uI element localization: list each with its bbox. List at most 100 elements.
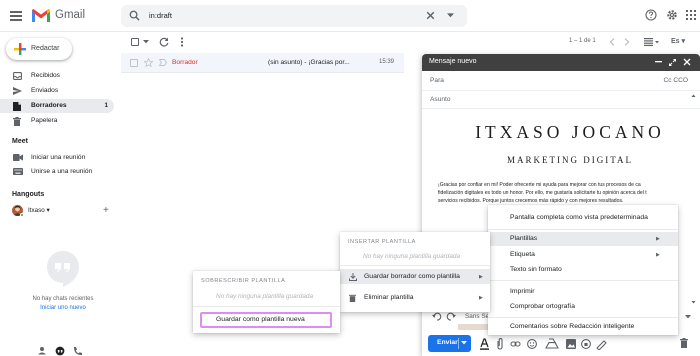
clear-search-icon[interactable] (425, 10, 436, 21)
submenu-arrow-icon: ▶ (656, 236, 660, 242)
message-body[interactable]: ¡Gracias por confiar en mi! Poder ofrece… (438, 181, 684, 205)
format-options-caret-icon[interactable] (685, 315, 691, 319)
menu-item-fullscreen[interactable]: Pantalla completa como vista predetermin… (510, 214, 648, 221)
compose-title: Mensaje nuevo (429, 58, 477, 65)
row-subject: (sin asunto) - ¡Gracias por... (268, 59, 350, 66)
row-checkbox[interactable] (130, 59, 138, 67)
important-marker-icon[interactable] (159, 59, 167, 66)
no-chats-message: No hay chats recientes (32, 296, 94, 302)
body-line: servicios recibidos. Porque juntos crece… (438, 198, 624, 204)
more-vert-icon[interactable] (180, 37, 184, 47)
templates-submenu: INSERTAR PLANTILLA No hay ninguna planti… (340, 232, 490, 312)
pagination-text: 1 – 1 de 1 (569, 38, 596, 44)
search-bar[interactable]: in:draft (121, 5, 467, 27)
discard-draft-icon[interactable] (680, 338, 688, 348)
send-divider (458, 338, 459, 349)
hangouts-section-title: Hangouts (12, 191, 45, 198)
menu-item-delete-template[interactable]: Eliminar plantilla (364, 294, 414, 301)
save-template-icon (349, 273, 357, 281)
minimize-icon[interactable] (655, 60, 662, 63)
density-icon[interactable] (644, 38, 659, 46)
select-caret-icon[interactable] (143, 40, 149, 44)
compose-scrollbar[interactable] (691, 94, 696, 304)
keyboard-icon (13, 168, 23, 175)
redo-icon (446, 312, 456, 321)
sidebar-footer (36, 346, 86, 356)
sidebar-item-label: Borradores (31, 102, 67, 109)
sidebar-item-new-meeting[interactable]: Iniciar una reunión (0, 151, 114, 165)
overwrite-template-submenu: SOBRESCRIBIR PLANTILLA No hay ninguna pl… (193, 271, 340, 333)
menu-item-smart-compose-feedback[interactable]: Comentarios sobre Redacción inteligente (510, 323, 634, 330)
help-icon[interactable] (645, 9, 657, 21)
recipients-field[interactable]: Para Cc CCO (422, 71, 700, 91)
send-label: Enviar (437, 339, 458, 346)
select-all-checkbox[interactable] (131, 38, 139, 46)
add-contact-icon[interactable]: + (103, 205, 109, 216)
input-tools-button[interactable]: Es ▾ (671, 37, 685, 45)
row-sender: Borrador (172, 59, 198, 66)
cc-bcc-link[interactable]: Cc CCO (663, 77, 688, 84)
hangouts-icon (55, 346, 65, 356)
sidebar-item-drafts[interactable]: Borradores 1 (0, 99, 114, 113)
compose-header[interactable]: Mensaje nuevo (422, 54, 700, 71)
close-icon[interactable] (683, 58, 691, 66)
undo-icon (432, 312, 442, 321)
gmail-logo-icon[interactable] (31, 8, 51, 23)
subject-field[interactable]: Asunto (422, 91, 700, 109)
search-input[interactable]: in:draft (149, 11, 172, 20)
video-icon (13, 154, 23, 161)
hangout-user-name[interactable]: Itxaso ▾ (28, 207, 50, 214)
table-row[interactable]: Borrador (sin asunto) - ¡Gracias por... … (121, 53, 404, 73)
send-button[interactable]: Enviar (428, 335, 471, 352)
sidebar-item-join-meeting[interactable]: Unirse a una reunión (0, 165, 114, 179)
start-chat-link[interactable]: Iniciar uno nuevo (0, 305, 126, 311)
refresh-icon[interactable] (159, 37, 169, 47)
signature-icon (596, 340, 607, 350)
draft-icon (13, 102, 21, 111)
menu-item-templates[interactable]: Plantillas (510, 235, 537, 242)
body-line: ¡Gracias por confiar en mi! Poder ofrece… (438, 182, 641, 188)
overwrite-template-header: SOBRESCRIBIR PLANTILLA (201, 278, 286, 284)
menu-item-print[interactable]: Imprimir (510, 288, 535, 295)
sidebar-item-trash[interactable]: Papelera (0, 114, 114, 128)
apps-grid-icon[interactable] (686, 10, 696, 20)
menu-item-save-new-template[interactable]: Guardar como plantilla nueva (216, 316, 305, 323)
search-icon[interactable] (129, 10, 140, 21)
chevron-left-icon[interactable] (609, 38, 615, 46)
sidebar-item-inbox[interactable]: Recibidos (0, 69, 114, 83)
gear-icon[interactable] (666, 9, 678, 21)
top-bar: Gmail in:draft (0, 0, 700, 32)
plus-icon (13, 42, 27, 56)
compose-label: Redactar (31, 45, 60, 52)
menu-item-save-draft-as-template[interactable]: Guardar borrador como plantilla (364, 273, 460, 280)
font-family-select[interactable]: Sans Se (465, 313, 489, 320)
menu-separator (193, 306, 340, 307)
trash-icon (13, 117, 21, 126)
expand-icon[interactable] (669, 59, 676, 66)
submenu-arrow-icon: ▶ (656, 252, 660, 258)
sidebar-item-sent[interactable]: Enviados (0, 84, 114, 98)
sidebar-item-label: Papelera (31, 117, 58, 124)
menu-item-label[interactable]: Etiqueta (510, 251, 535, 258)
menu-item-plain-text[interactable]: Texto sin formato (510, 266, 562, 273)
search-options-caret-icon[interactable] (447, 13, 454, 18)
drive-icon (545, 338, 559, 349)
online-status-badge (20, 213, 24, 217)
sidebar-item-label: Iniciar una reunión (31, 154, 86, 161)
body-line: fidelización digitales es todo un honor.… (438, 190, 647, 196)
link-icon (510, 341, 521, 347)
row-time: 15:39 (379, 59, 395, 65)
main-menu-icon[interactable] (10, 11, 22, 21)
meet-section-title: Meet (12, 138, 28, 145)
contacts-icon (38, 347, 46, 355)
text-format-icon (480, 338, 489, 350)
submenu-arrow-icon: ▶ (479, 295, 483, 301)
menu-separator (340, 265, 490, 266)
chevron-right-icon[interactable] (624, 38, 630, 46)
send-options-caret-icon[interactable] (461, 341, 467, 345)
menu-separator (488, 280, 678, 281)
star-icon[interactable] (144, 58, 153, 67)
compose-button[interactable]: Redactar (6, 38, 72, 60)
menu-item-spellcheck[interactable]: Comprobar ortografía (510, 303, 575, 310)
list-toolbar: 1 – 1 de 1 Es ▾ (126, 34, 700, 50)
